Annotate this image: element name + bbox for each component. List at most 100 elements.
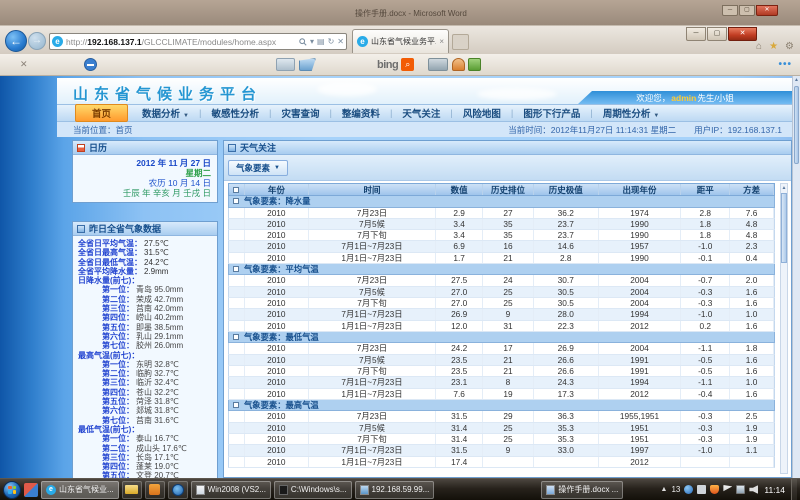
- tab-close-icon[interactable]: ×: [439, 37, 444, 46]
- nav-item-8[interactable]: 周期性分析▼: [595, 105, 667, 121]
- table-row[interactable]: 20107月下旬31.42535.31951-0.31.9: [228, 434, 775, 445]
- group-checkbox[interactable]: [233, 334, 239, 340]
- compat-page-icon[interactable]: ▤: [317, 37, 325, 46]
- start-button[interactable]: [3, 481, 21, 499]
- blocked-content-icon[interactable]: [84, 58, 97, 71]
- refresh-icon[interactable]: ↻: [328, 37, 335, 46]
- table-row[interactable]: 20107月23日31.52936.31955,1951-0.32.5: [228, 411, 775, 422]
- home-icon[interactable]: ⌂: [756, 41, 762, 52]
- person-toolbar-icon[interactable]: [452, 58, 465, 71]
- scrollbar-thumb[interactable]: [794, 86, 799, 164]
- table-scrollbar[interactable]: ▲: [780, 183, 788, 474]
- bg-close-button[interactable]: ✕: [756, 5, 778, 16]
- explorer-folder-icon[interactable]: [122, 481, 142, 499]
- taskbar-window-button[interactable]: 操作手册.docx ...: [541, 481, 623, 499]
- table-cell: -0.3: [681, 423, 730, 433]
- stop-icon[interactable]: ✕: [337, 37, 344, 46]
- table-row[interactable]: 20107月1日~7月23日26.9928.01994-1.01.0: [228, 309, 775, 320]
- forward-button[interactable]: →: [28, 32, 46, 50]
- select-all-cell[interactable]: [229, 184, 245, 195]
- nav-item-6[interactable]: 风险地图: [455, 105, 509, 121]
- table-row[interactable]: 20107月1日~7月23日31.5933.01997-1.01.1: [228, 445, 775, 456]
- table-row[interactable]: 20107月23日2.92736.219742.87.6: [228, 208, 775, 219]
- nav-item-7[interactable]: 图形下行产品: [515, 105, 588, 121]
- nav-item-0[interactable]: 首页: [75, 104, 128, 122]
- tools-gear-icon[interactable]: ⚙: [785, 41, 794, 52]
- table-row[interactable]: 20107月1日~7月23日6.91614.61957-1.02.3: [228, 241, 775, 252]
- taskbar-ie-button[interactable]: e 山东省气候业...: [41, 481, 119, 499]
- bg-minimize-button[interactable]: ─: [722, 5, 738, 16]
- nav-item-2[interactable]: 敏感性分析: [203, 105, 267, 121]
- table-row[interactable]: 20107月5候23.52126.61991-0.51.6: [228, 355, 775, 366]
- select-all-checkbox[interactable]: [233, 187, 239, 193]
- orange-app-icon[interactable]: [145, 481, 165, 499]
- send-toolbar-icon[interactable]: [299, 58, 316, 71]
- table-cell: 2010: [245, 275, 309, 285]
- table-row[interactable]: 20107月23日24.21726.92004-1.11.8: [228, 343, 775, 354]
- back-button[interactable]: ←: [5, 30, 27, 52]
- table-row[interactable]: 20107月5候31.42535.31951-0.31.9: [228, 423, 775, 434]
- table-row[interactable]: 20107月23日27.52430.72004-0.72.0: [228, 275, 775, 286]
- table-row[interactable]: 20101月1日~7月23日17.42012: [228, 457, 775, 468]
- table-row[interactable]: 20107月5候27.02530.52004-0.31.6: [228, 287, 775, 298]
- table-row[interactable]: 20107月1日~7月23日23.1824.31994-1.11.0: [228, 377, 775, 388]
- group-header-row[interactable]: 气象要素：平均气温: [228, 264, 775, 276]
- taskbar-window-button[interactable]: 192.168.59.99...: [355, 481, 435, 499]
- bg-maximize-button[interactable]: ▢: [739, 5, 755, 16]
- group-checkbox[interactable]: [233, 198, 239, 204]
- table-cell: 2004: [599, 287, 682, 297]
- table-row[interactable]: 20107月下旬3.43523.719901.84.8: [228, 230, 775, 241]
- more-toolbar-icon[interactable]: •••: [778, 59, 792, 70]
- autocomplete-arrow-icon[interactable]: ▾: [310, 37, 314, 46]
- taskbar-window-button[interactable]: Win2008 (VS2...: [191, 481, 271, 499]
- flag-tray-icon[interactable]: [723, 485, 732, 494]
- group-checkbox[interactable]: [233, 402, 239, 408]
- browser-tab[interactable]: e 山东省气候业务平... ×: [352, 29, 449, 53]
- toolbar-close-icon[interactable]: ✕: [20, 59, 28, 70]
- table-row[interactable]: 20107月下旬27.02530.52004-0.31.6: [228, 298, 775, 309]
- table-row[interactable]: 20107月5候3.43523.719901.84.8: [228, 219, 775, 230]
- close-button[interactable]: ✕: [728, 27, 757, 41]
- page-scrollbar[interactable]: ▲: [792, 76, 800, 478]
- pinned-app-icon[interactable]: [24, 483, 38, 497]
- favorites-star-icon[interactable]: ★: [769, 41, 778, 52]
- address-bar[interactable]: e http://192.168.137.1/GLCCLIMATE/module…: [49, 33, 347, 50]
- bing-logo[interactable]: bing ⌕: [377, 58, 414, 71]
- element-dropdown-button[interactable]: 气象要素 ▼: [228, 160, 288, 176]
- nav-item-1[interactable]: 数据分析▼: [134, 105, 197, 121]
- scroll-up-icon[interactable]: ▲: [781, 184, 787, 192]
- ime-tray-icon[interactable]: [697, 485, 706, 494]
- column-header: 历史排位: [483, 184, 534, 195]
- group-header-row[interactable]: 气象要素：降水量: [228, 196, 775, 208]
- nav-item-4[interactable]: 整编资料: [334, 105, 388, 121]
- tab-title[interactable]: 山东省气候业务平...: [371, 36, 436, 47]
- av-tray-icon[interactable]: [710, 485, 719, 494]
- badge-tray-icon[interactable]: 13: [671, 485, 680, 494]
- nav-item-5[interactable]: 天气关注: [394, 105, 448, 121]
- maximize-button[interactable]: ▢: [707, 27, 727, 41]
- group-header-row[interactable]: 气象要素：最高气温: [228, 400, 775, 412]
- table-row[interactable]: 20107月下旬23.52126.61991-0.51.6: [228, 366, 775, 377]
- net-tray-icon[interactable]: [684, 485, 693, 494]
- mail-toolbar-icon[interactable]: [276, 58, 295, 71]
- show-desktop-button[interactable]: [791, 479, 797, 500]
- vol-tray-icon[interactable]: [749, 485, 758, 494]
- stat-value: 27.5℃: [144, 239, 169, 248]
- disp-tray-icon[interactable]: [736, 485, 745, 494]
- group-header-row[interactable]: 气象要素：最低气温: [228, 332, 775, 344]
- camera-toolbar-icon[interactable]: [428, 58, 448, 71]
- nav-item-3[interactable]: 灾害查询: [273, 105, 327, 121]
- minimize-button[interactable]: ─: [686, 27, 706, 41]
- addon-toolbar-icon[interactable]: [468, 58, 481, 71]
- scrollbar-thumb[interactable]: [781, 193, 787, 263]
- url-text[interactable]: http://192.168.137.1/GLCCLIMATE/modules/…: [66, 37, 276, 47]
- scroll-up-icon[interactable]: ▲: [793, 76, 800, 85]
- taskbar-window-button[interactable]: C:\Windows\s...: [274, 481, 352, 499]
- bing-search-icon[interactable]: ⌕: [401, 58, 414, 71]
- taskbar-clock[interactable]: 11:14: [764, 485, 785, 495]
- new-tab-button[interactable]: [452, 34, 469, 50]
- search-icon[interactable]: [299, 38, 307, 46]
- up-tray-icon[interactable]: ▲: [661, 485, 668, 494]
- group-checkbox[interactable]: [233, 266, 239, 272]
- media-player-icon[interactable]: [168, 481, 188, 499]
